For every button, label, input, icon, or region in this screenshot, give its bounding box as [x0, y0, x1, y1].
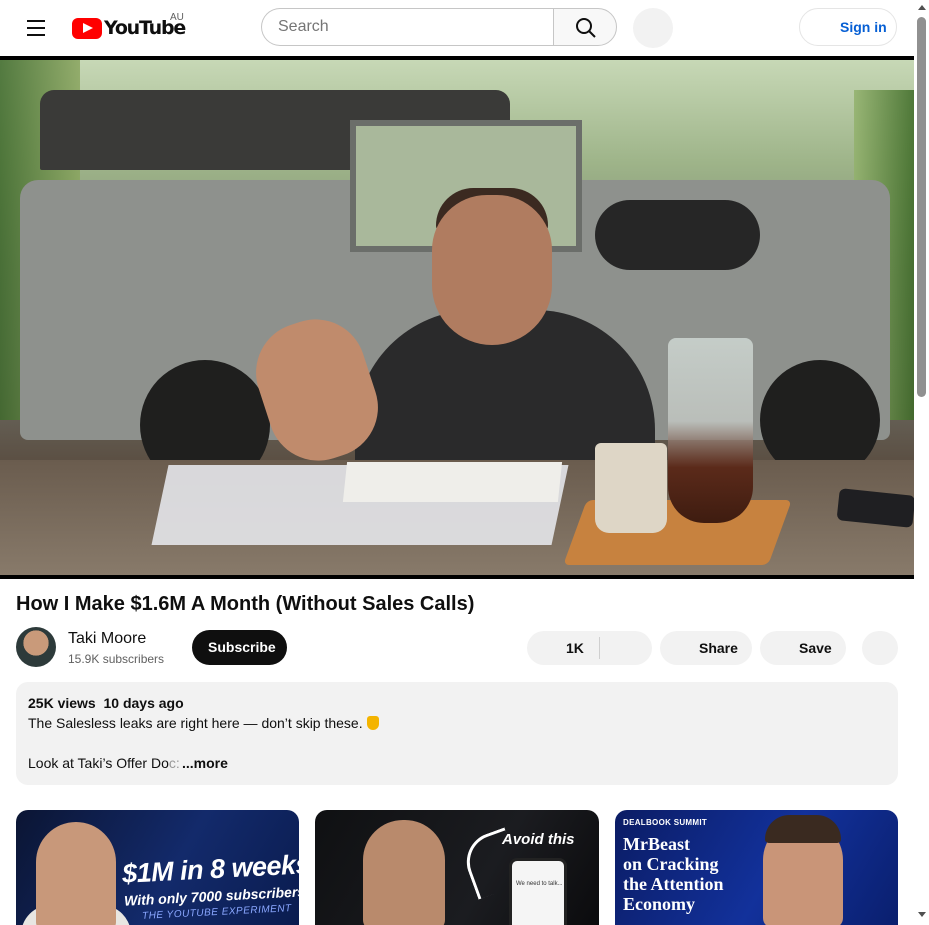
scroll-up-arrow-icon[interactable]	[918, 5, 926, 10]
like-dislike-group: 1K	[527, 631, 652, 665]
search-input[interactable]	[262, 9, 538, 45]
save-label: Save	[799, 640, 832, 656]
share-label: Share	[699, 640, 738, 656]
search-icon	[576, 18, 596, 38]
sign-in-label: Sign in	[840, 19, 887, 35]
search-box	[261, 8, 553, 46]
scroll-down-arrow-icon[interactable]	[918, 912, 926, 917]
recommended-video-thumbnail[interactable]: DEALBOOK SUMMIT MrBeast on Cracking the …	[615, 810, 898, 925]
video-player[interactable]	[0, 56, 914, 579]
subscribe-button[interactable]: Subscribe	[192, 630, 287, 665]
phone-text: We need to talk...	[516, 881, 563, 887]
share-button[interactable]: Share	[660, 631, 752, 665]
youtube-play-icon	[72, 17, 102, 39]
search-button[interactable]	[553, 8, 617, 46]
page-scrollbar[interactable]	[914, 0, 929, 925]
subscriber-count: 15.9K subscribers	[68, 652, 165, 666]
youtube-logo[interactable]: YouTube	[72, 15, 186, 41]
channel-avatar[interactable]	[16, 627, 56, 667]
phone-icon: We need to talk...	[509, 858, 567, 925]
recommended-video-thumbnail[interactable]: Avoid this We need to talk...	[315, 810, 599, 925]
like-button[interactable]: 1K	[527, 631, 599, 665]
thumbnail-headline: MrBeast on Cracking the Attention Econom…	[623, 834, 724, 914]
sign-in-button[interactable]: Sign in	[799, 8, 897, 46]
country-code: AU	[170, 12, 184, 23]
hamburger-menu-icon[interactable]	[20, 12, 52, 44]
description-box[interactable]: 25K views 10 days ago The Salesless leak…	[16, 682, 898, 785]
thumbnail-tag: DEALBOOK SUMMIT	[623, 818, 708, 827]
channel-name[interactable]: Taki Moore	[68, 630, 146, 648]
masthead: YouTube AU Sign in	[0, 0, 914, 56]
more-actions-button[interactable]	[862, 631, 898, 665]
subscribe-label: Subscribe	[208, 639, 276, 655]
recommended-video-thumbnail[interactable]: $1M in 8 weeks With only 7000 subscriber…	[16, 810, 299, 925]
thumbnail-headline: Avoid this	[502, 831, 575, 848]
video-title: How I Make $1.6M A Month (Without Sales …	[16, 593, 475, 615]
scroll-thumb[interactable]	[917, 17, 926, 397]
view-count-date: 25K views 10 days ago	[28, 695, 184, 711]
save-button[interactable]: Save	[760, 631, 846, 665]
voice-search-button[interactable]	[633, 8, 673, 48]
show-more-link[interactable]: ...more	[182, 755, 228, 771]
pointing-down-emoji-icon	[366, 716, 379, 730]
like-count: 1K	[566, 640, 584, 656]
thumbnail-headline: $1M in 8 weeks	[121, 849, 299, 889]
description-line: Look at Taki’s Offer Doc:	[28, 755, 180, 771]
video-frame	[0, 60, 914, 575]
dislike-button[interactable]	[600, 631, 652, 665]
description-line: The Salesless leaks are right here — don…	[28, 715, 379, 731]
